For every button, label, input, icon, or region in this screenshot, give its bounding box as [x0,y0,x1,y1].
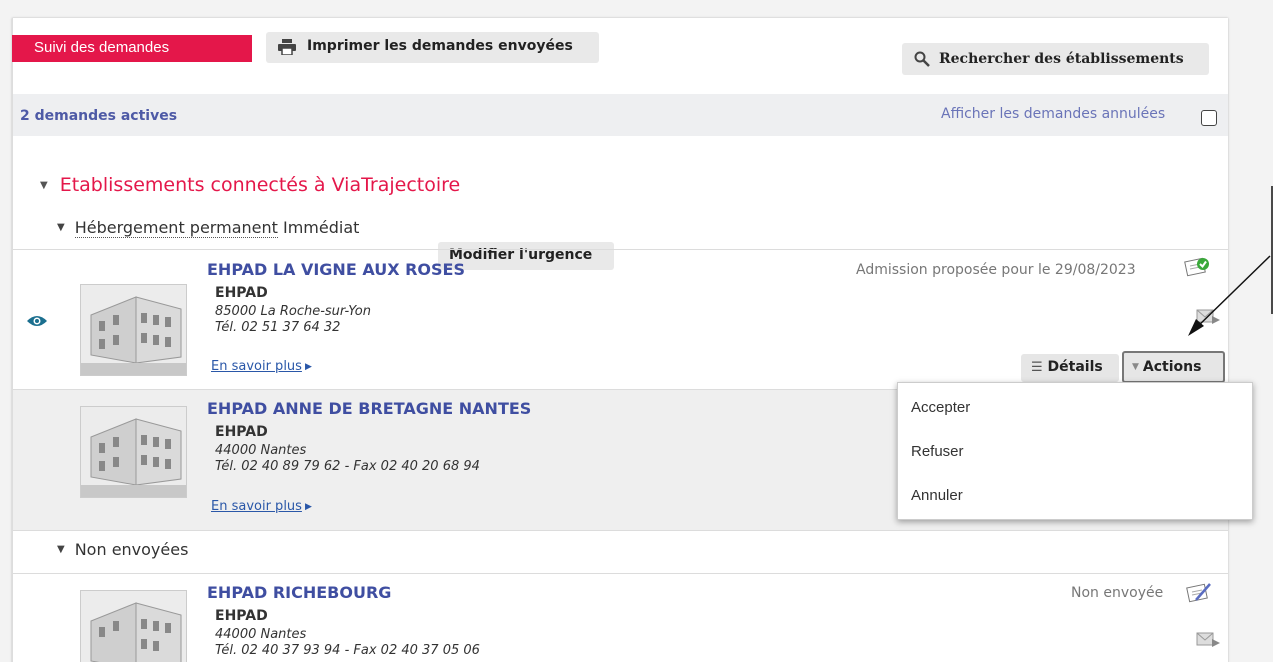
more-info-label: En savoir plus [211,499,302,514]
group-care-type: Hébergement permanent [74,218,278,238]
more-info-link[interactable]: En savoir plus ▶ [211,359,312,374]
establishment-phone: Tél. 02 40 37 93 94 - Fax 02 40 37 05 06 [215,643,480,658]
establishment-name[interactable]: EHPAD ANNE DE BRETAGNE NANTES [207,399,531,418]
establishment-name[interactable]: EHPAD LA VIGNE AUX ROSES [207,260,465,279]
annotation-arrow-icon [1188,186,1273,336]
establishment-photo [80,590,187,662]
arrow-right-icon: ▶ [304,362,312,372]
establishment-type: EHPAD [215,424,268,440]
actions-label: Actions [1142,359,1202,375]
show-cancelled-label[interactable]: Afficher les demandes annulées [941,106,1165,122]
establishment-city: 44000 Nantes [215,627,307,642]
search-icon [914,51,930,67]
establishment-type: EHPAD [215,608,268,624]
menu-item-refuse[interactable]: Refuser [911,443,964,460]
establishment-phone: Tél. 02 51 37 64 32 [215,320,341,335]
establishment-phone: Tél. 02 40 89 79 62 - Fax 02 40 20 68 94 [215,459,480,474]
establishment-type: EHPAD [215,285,268,301]
establishment-name[interactable]: EHPAD RICHEBOURG [207,583,391,602]
menu-item-cancel[interactable]: Annuler [911,487,963,504]
details-label: Détails [1047,359,1103,375]
arrow-right-icon: ▶ [304,502,312,512]
separator [13,530,1228,531]
send-mail-icon[interactable] [1196,631,1220,649]
chevron-down-icon: ▼ [1132,362,1139,372]
establishment-city: 85000 La Roche-sur-Yon [215,304,371,319]
tracking-tab[interactable]: Suivi des demandes [12,35,252,62]
collapse-triangle-icon: ▼ [57,544,65,555]
connected-establishments-section[interactable]: ▼ Etablissements connectés à ViaTrajectoi… [40,174,460,196]
request-status: Admission proposée pour le 29/08/2023 [856,262,1136,278]
menu-item-accept[interactable]: Accepter [911,399,970,416]
print-requests-label: Imprimer les demandes envoyées [307,38,573,54]
unsent-group-title[interactable]: ▼ Non envoyées [57,540,188,559]
search-establishments-label: Rechercher des établissements [939,51,1184,67]
collapse-triangle-icon: ▼ [40,180,48,191]
establishment-photo [80,406,187,498]
actions-button[interactable]: ▼ Actions [1122,351,1225,383]
group-urgency: Immédiat [282,218,360,237]
collapse-triangle-icon: ▼ [57,222,65,233]
details-button[interactable]: ☰ Détails [1021,354,1119,382]
more-info-label: En savoir plus [211,359,302,374]
separator [13,249,1228,250]
group-title[interactable]: ▼ Hébergement permanent Immédiat [57,218,360,238]
establishment-city: 44000 Nantes [215,443,307,458]
list-icon: ☰ [1031,360,1043,375]
show-cancelled-checkbox[interactable] [1201,110,1217,126]
printer-icon [278,39,296,55]
print-requests-button[interactable]: Imprimer les demandes envoyées [266,32,599,63]
unsent-group-label: Non envoyées [74,540,189,559]
active-requests-count: 2 demandes actives [20,108,178,124]
eye-icon[interactable] [26,314,48,328]
separator [13,573,1228,574]
search-establishments-button[interactable]: Rechercher des établissements [902,43,1209,75]
not-sent-icon [1186,583,1211,603]
establishment-photo [80,284,187,376]
actions-dropdown-menu: Accepter Refuser Annuler [897,382,1253,520]
more-info-link[interactable]: En savoir plus ▶ [211,499,312,514]
section-title: Etablissements connectés à ViaTrajectoir… [59,174,461,196]
request-status: Non envoyée [1071,585,1164,601]
